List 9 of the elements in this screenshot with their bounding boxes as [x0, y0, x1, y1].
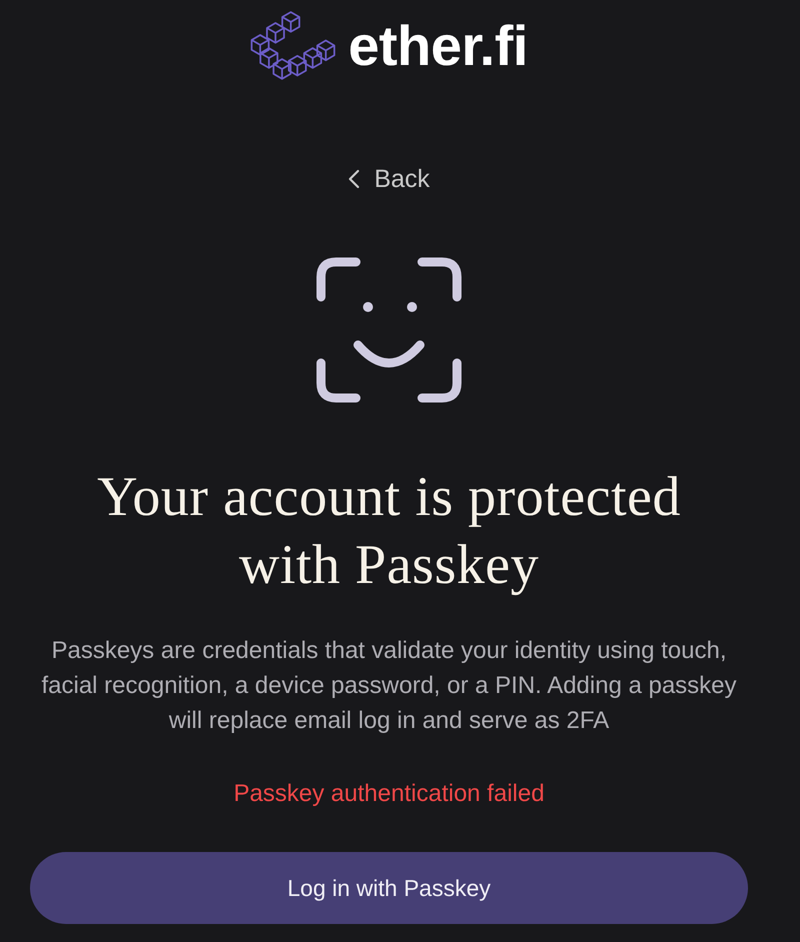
error-message: Passkey authentication failed: [234, 779, 544, 809]
cubes-logo-icon: [250, 11, 336, 81]
chevron-left-icon: [348, 169, 360, 189]
back-button[interactable]: Back: [344, 161, 434, 197]
logo-wordmark: ether.fi: [348, 14, 528, 78]
face-id-icon: [316, 257, 462, 403]
description-text: Passkeys are credentials that validate your identity using touch, facial recognition, a device password, or a PIN. Adding a passkey will replace email log in and serve as 2FA: [40, 636, 738, 736]
login-passkey-button[interactable]: Log in with Passkey: [30, 852, 748, 924]
page-heading: Your account is protected with Passkey: [96, 465, 682, 598]
